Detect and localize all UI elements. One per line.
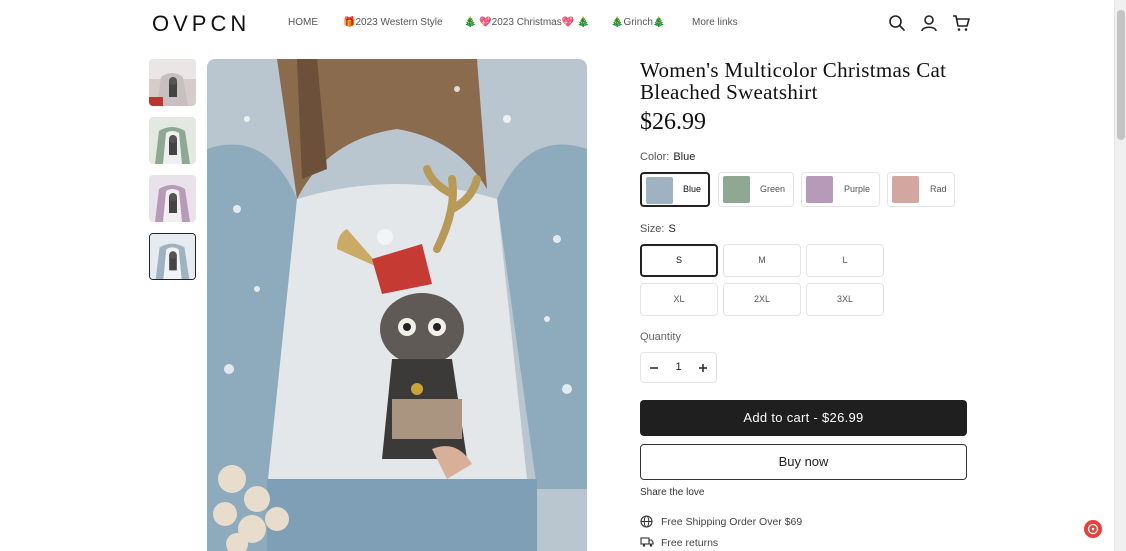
color-swatch-purple[interactable]: Purple [801, 172, 880, 207]
color-swatch-thumb [892, 176, 919, 203]
truck-icon [640, 537, 654, 547]
globe-icon [640, 515, 653, 528]
size-label-text: Size: [640, 223, 665, 235]
color-swatch-green[interactable]: Green [718, 172, 794, 207]
account-icon[interactable] [920, 14, 938, 32]
nav-home[interactable]: HOME [288, 17, 318, 28]
size-option-l[interactable]: L [806, 244, 884, 277]
nav-christmas[interactable]: 🎄 💖2023 Christmas💖 🎄 [464, 17, 589, 28]
thumbnail-4[interactable] [149, 233, 196, 280]
quantity-label: Quantity [640, 331, 681, 343]
size-option-m[interactable]: M [723, 244, 801, 277]
color-swatch-rad[interactable]: Rad [887, 172, 955, 207]
buy-now-button[interactable]: Buy now [640, 444, 967, 480]
perk-text: Free returns [661, 537, 719, 549]
size-option-label: Size: S [640, 223, 676, 235]
cart-icon[interactable] [952, 14, 970, 32]
color-swatch-thumb [646, 177, 673, 204]
color-option-label: Color: Blue [640, 151, 695, 163]
share-link[interactable]: Share the love [640, 487, 705, 498]
nav-western-style[interactable]: 🎁2023 Western Style [343, 17, 443, 28]
add-to-cart-button[interactable]: Add to cart - $26.99 [640, 400, 967, 436]
size-selected-value: S [668, 223, 676, 235]
quantity-stepper: 1 [640, 352, 717, 383]
site-header: OVPCN HOME 🎁2023 Western Style 🎄 💖2023 C… [0, 0, 1114, 46]
chat-bubble-icon [1087, 523, 1099, 535]
plus-icon [699, 364, 707, 372]
product-thumbnail-image [149, 59, 196, 106]
color-swatch-thumb [723, 176, 750, 203]
nav-more-links[interactable]: More links [692, 17, 738, 28]
color-swatch-label: Purple [844, 184, 871, 194]
perk-text: Free Shipping Order Over $69 [661, 516, 803, 528]
product-title: Women's Multicolor Christmas Cat Bleache… [640, 58, 947, 104]
product-photo [207, 59, 587, 551]
size-option-xl[interactable]: XL [640, 283, 718, 316]
color-swatch-label: Green [760, 184, 786, 194]
main-product-image[interactable] [207, 59, 587, 551]
site-logo[interactable]: OVPCN [152, 11, 250, 37]
color-swatch-blue[interactable]: Blue [640, 172, 710, 207]
quantity-increase-button[interactable] [690, 353, 716, 382]
color-selected-value: Blue [673, 151, 696, 163]
color-swatch-label: Rad [930, 184, 947, 194]
size-option-3xl[interactable]: 3XL [806, 283, 884, 316]
minus-icon [650, 367, 658, 369]
product-thumbnail-image [150, 234, 195, 279]
product-price: $26.99 [640, 109, 706, 135]
color-label-text: Color: [640, 151, 670, 163]
size-option-s[interactable]: S [640, 244, 718, 277]
product-page: OVPCN HOME 🎁2023 Western Style 🎄 💖2023 C… [0, 0, 1126, 551]
thumbnail-3[interactable] [149, 175, 196, 222]
page-scrollbar[interactable] [1114, 0, 1126, 551]
size-option-2xl[interactable]: 2XL [723, 283, 801, 316]
quantity-input[interactable]: 1 [667, 353, 690, 382]
color-swatch-thumb [806, 176, 833, 203]
product-thumbnail-image [149, 117, 196, 164]
color-swatch-label: Blue [683, 184, 702, 194]
thumbnail-2[interactable] [149, 117, 196, 164]
product-thumbnail-image [149, 175, 196, 222]
search-icon[interactable] [888, 14, 906, 32]
nav-grinch[interactable]: 🎄Grinch🎄 [611, 17, 665, 28]
scrollbar-thumb[interactable] [1117, 10, 1125, 140]
quantity-decrease-button[interactable] [641, 353, 667, 382]
thumbnail-1[interactable] [149, 59, 196, 106]
chat-icon[interactable] [1084, 520, 1102, 538]
